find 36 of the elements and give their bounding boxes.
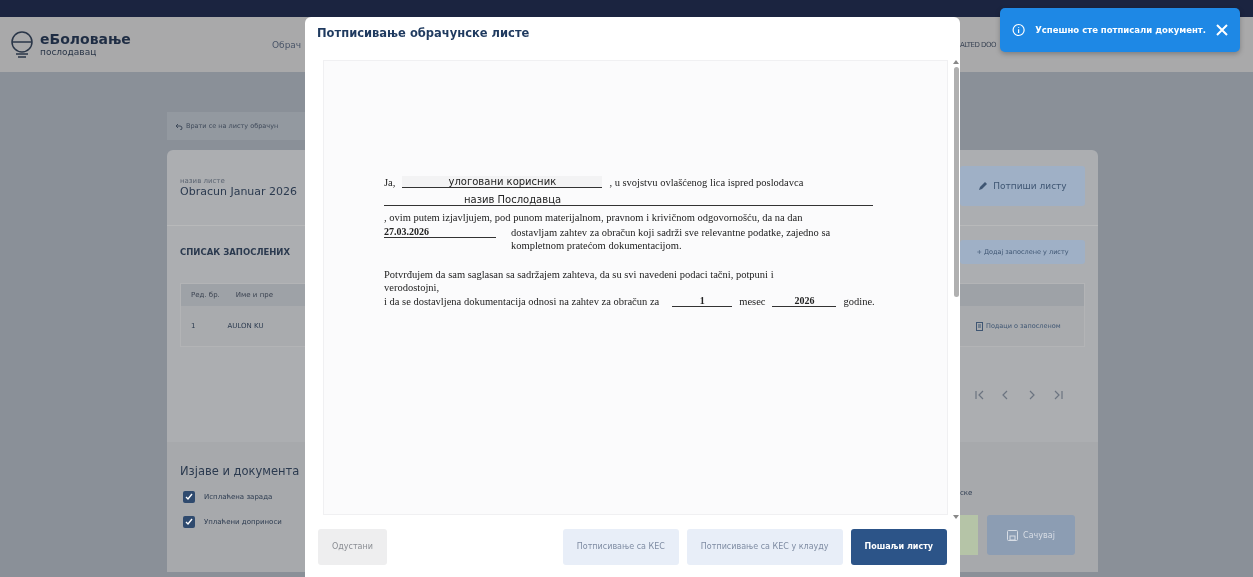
document-text: , ovim putem izjavljujem, pod punom materijalnom, pravnom i krivičnom odgovornošću, da na dan [384, 212, 803, 223]
scroll-down-icon[interactable] [953, 515, 959, 519]
document-text: , u svojstvu ovlašćenog lica ispred poslodavca [609, 177, 804, 188]
document-text: dostavljam zahtev za obračun koji sadrži sve relevantne podatke, zajedno sa kompletnom pratećom dokumentacijom. [511, 226, 832, 253]
fill-in-line: назив Послодавца [384, 194, 873, 206]
toast-message: Успешно сте потписали документ. [1035, 25, 1206, 35]
info-icon [1012, 21, 1026, 39]
document-text: i da se dostavljena dokumentacija odnosi na zahtev za obračun za [384, 295, 660, 307]
back-arrow-icon [175, 122, 183, 130]
logo-icon [10, 29, 34, 60]
dialog-button[interactable]: Пошаљи листу [850, 528, 947, 565]
section-title: СПИСАК ЗАПОСЛЕНИХ [179, 247, 291, 257]
section-title: Изјаве и документа [179, 464, 301, 478]
document-icon [976, 321, 983, 331]
scroll-up-icon[interactable] [953, 60, 959, 64]
app-subtitle: послодавац [40, 47, 98, 58]
checkbox[interactable] [183, 491, 195, 503]
save-button[interactable]: Сачувај [987, 515, 1075, 555]
fill-in-line: 27.03.2026 [384, 226, 496, 238]
last-page-icon[interactable] [1052, 388, 1064, 401]
document-text: mesec [739, 295, 766, 307]
document-text: Ja, [384, 177, 396, 188]
fill-in-line: 2026 [772, 294, 837, 307]
nav-item[interactable]: Обрач [272, 39, 305, 50]
floppy-icon [1007, 529, 1019, 541]
first-page-icon[interactable] [974, 388, 986, 401]
pen-icon [978, 181, 989, 191]
dialog-title: Потписивање обрачунске листе [316, 25, 531, 42]
fill-in-line: 1 [672, 294, 733, 307]
close-icon[interactable] [1216, 24, 1228, 36]
scrollbar-thumb[interactable] [953, 67, 959, 297]
checkbox[interactable] [183, 516, 195, 528]
document-text: godine. [843, 295, 875, 307]
sign-list-button[interactable]: Потпиши листу [960, 166, 1085, 206]
list-name: Obracun Januar 2026 [179, 185, 299, 198]
app-name: еБоловање [40, 31, 131, 48]
